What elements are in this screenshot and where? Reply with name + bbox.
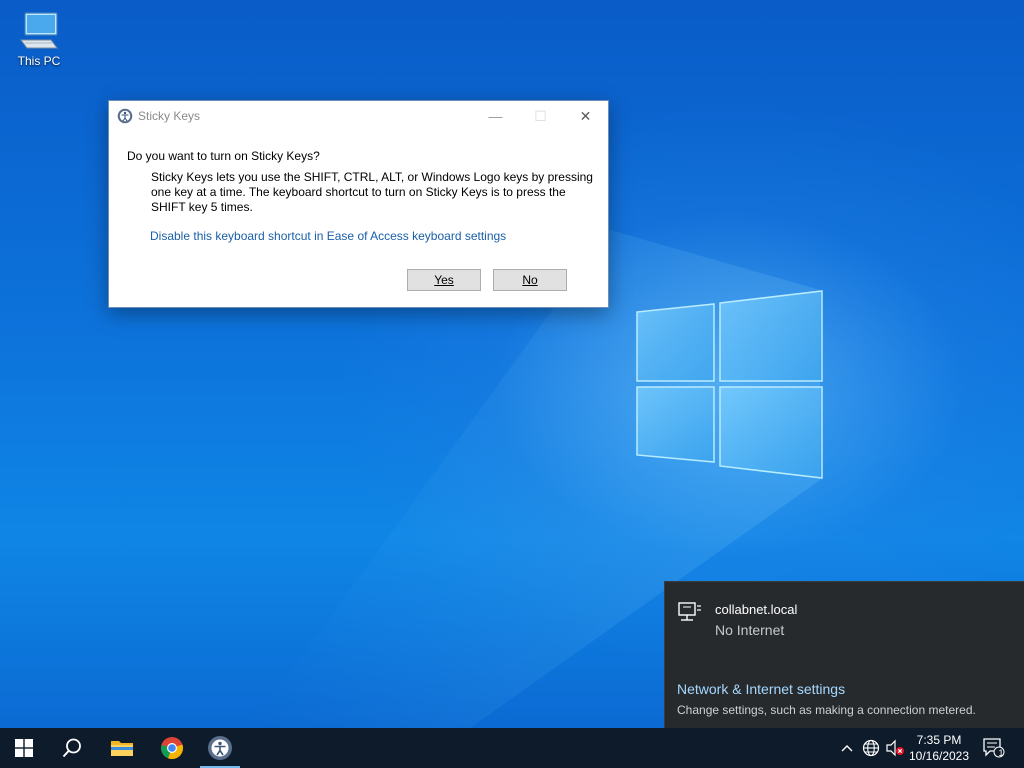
desktop: This PC Sticky Keys — ☐ ✕ Do you want to… [0,0,1024,768]
globe-network-icon [862,739,880,757]
search-button[interactable] [48,728,96,768]
clock-time: 7:35 PM [916,733,962,747]
chrome-icon [161,737,183,760]
search-icon [62,738,81,758]
network-settings-link[interactable]: Network & Internet settings [677,681,845,697]
ease-of-access-icon [208,736,232,760]
network-flyout: collabnet.local No Internet Network & In… [664,581,1024,729]
taskbar: 7:35 PM 10/16/2023 1 [0,728,1024,768]
file-explorer-button[interactable] [98,728,146,768]
network-tray-button[interactable] [859,728,883,768]
ease-of-access-icon [117,108,133,124]
sticky-keys-dialog: Sticky Keys — ☐ ✕ Do you want to turn on… [108,100,609,308]
close-button[interactable]: ✕ [563,101,608,131]
dialog-titlebar[interactable]: Sticky Keys — ☐ ✕ [109,101,608,131]
windows-logo-icon [15,739,33,757]
dialog-question: Do you want to turn on Sticky Keys? [127,149,320,163]
folder-icon [111,741,133,756]
dialog-title: Sticky Keys [138,109,201,123]
desktop-icon-this-pc[interactable]: This PC [10,8,68,76]
minimize-button[interactable]: — [473,101,518,131]
network-settings-description: Change settings, such as making a connec… [677,703,976,717]
action-center-button[interactable]: 1 [980,728,1008,768]
clock-date: 10/16/2023 [908,749,970,763]
computer-icon [17,10,61,52]
show-hidden-icons-button[interactable] [836,728,858,768]
no-button[interactable]: No [493,269,567,291]
dialog-body-text: Sticky Keys lets you use the SHIFT, CTRL… [151,170,593,214]
ethernet-icon [678,602,701,621]
disable-shortcut-link[interactable]: Disable this keyboard shortcut in Ease o… [150,229,506,243]
network-name[interactable]: collabnet.local [715,602,797,617]
start-button[interactable] [0,728,48,768]
maximize-button[interactable]: ☐ [518,101,563,131]
chevron-up-icon [841,745,853,752]
network-status: No Internet [715,622,785,638]
taskbar-clock[interactable]: 7:35 PM 10/16/2023 [902,732,976,764]
chrome-button[interactable] [148,728,196,768]
ease-of-access-taskbar-button[interactable] [196,728,244,768]
desktop-icon-label: This PC [17,54,61,68]
yes-button[interactable]: Yes [407,269,481,291]
notification-count-badge: 1 [998,748,1004,758]
